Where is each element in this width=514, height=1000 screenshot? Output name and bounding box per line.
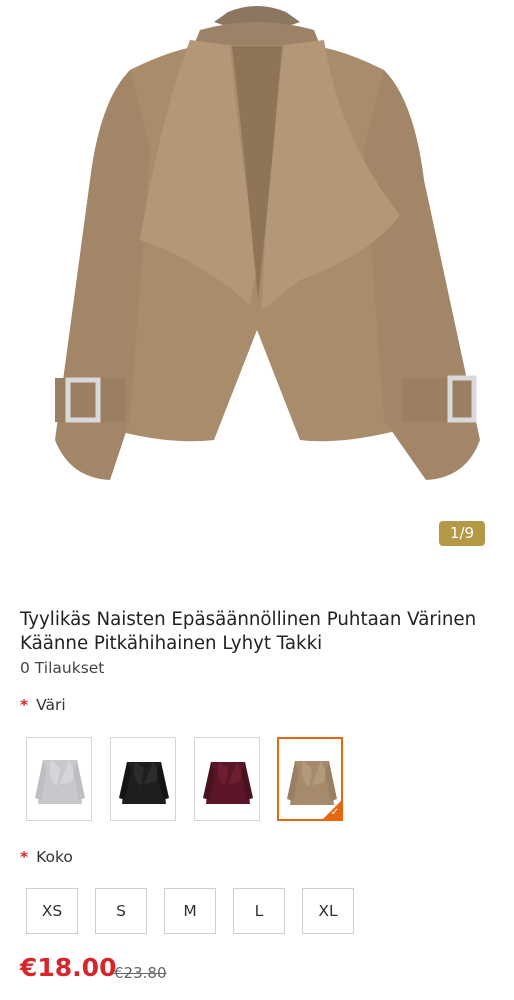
color-label: Väri xyxy=(36,696,66,714)
color-swatch-burgundy[interactable] xyxy=(194,737,260,821)
color-swatch-grey[interactable] xyxy=(26,737,92,821)
color-swatch-black[interactable] xyxy=(110,737,176,821)
color-swatch-camel[interactable]: ✓ xyxy=(277,737,343,821)
check-icon: ✓ xyxy=(330,807,339,818)
size-option-m[interactable]: M xyxy=(164,888,216,934)
original-price: €23.80 xyxy=(114,964,167,982)
size-option-s[interactable]: S xyxy=(95,888,147,934)
size-option-xl[interactable]: XL xyxy=(302,888,354,934)
size-option-l[interactable]: L xyxy=(233,888,285,934)
required-asterisk: * xyxy=(20,696,29,714)
size-label-row: * Koko xyxy=(20,848,73,866)
product-title: Tyylikäs Naisten Epäsäännöllinen Puhtaan… xyxy=(20,609,477,654)
orders-count: 0 Tilaukset xyxy=(20,659,105,677)
size-label: Koko xyxy=(36,848,73,866)
jacket-thumbnail xyxy=(203,762,253,804)
image-counter-badge: 1/9 xyxy=(439,521,485,546)
jacket-thumbnail xyxy=(35,760,85,804)
jacket-thumbnail xyxy=(119,762,169,804)
required-asterisk: * xyxy=(20,848,29,866)
color-label-row: * Väri xyxy=(20,696,66,714)
product-image-gallery[interactable]: 1/9 xyxy=(0,0,514,585)
current-price: €18.00 xyxy=(20,953,117,982)
size-option-xs[interactable]: XS xyxy=(26,888,78,934)
product-image xyxy=(55,6,480,480)
